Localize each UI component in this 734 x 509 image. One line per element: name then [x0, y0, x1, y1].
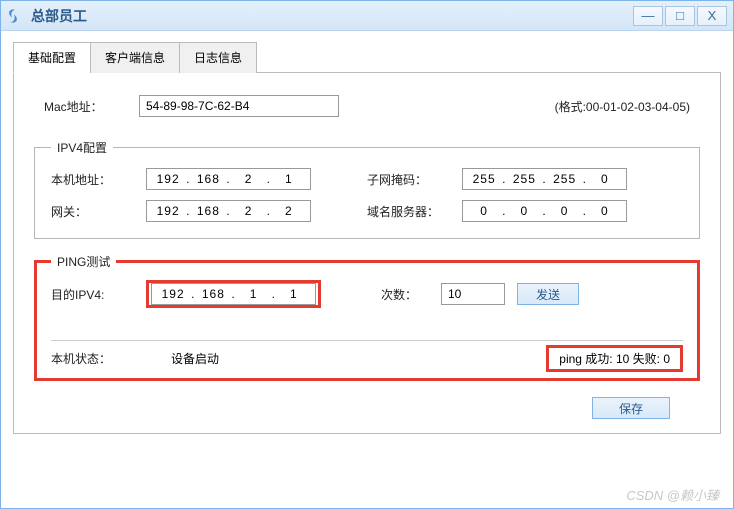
tab-basic-config[interactable]: 基础配置	[13, 42, 91, 73]
app-icon	[7, 7, 25, 25]
mac-row: Mac地址： (格式:00-01-02-03-04-05)	[34, 91, 700, 127]
mac-label: Mac地址：	[44, 98, 139, 115]
ipv4-legend: IPV4配置	[51, 139, 113, 156]
close-button[interactable]: X	[697, 6, 727, 26]
ipv4-fieldset: IPV4配置 本机地址： 192.168.2.1 子网掩码： 255.255.2…	[34, 139, 700, 239]
ping-target-label: 目的IPV4:	[51, 286, 146, 303]
watermark: CSDN @赖小臻	[626, 485, 719, 504]
subnet-mask-input[interactable]: 255.255.255.0	[462, 168, 627, 190]
ping-count-label: 次数：	[381, 286, 441, 303]
tab-log-info[interactable]: 日志信息	[179, 42, 257, 73]
ping-result-text: ping 成功: 10 失败: 0	[559, 352, 670, 366]
content-area: 基础配置 客户端信息 日志信息 Mac地址： (格式:00-01-02-03-0…	[1, 31, 733, 444]
local-address-label: 本机地址：	[51, 171, 146, 188]
ping-target-highlight: 192.168.1.1	[146, 280, 321, 308]
mac-format-hint: (格式:00-01-02-03-04-05)	[555, 98, 690, 115]
mac-input[interactable]	[139, 95, 339, 117]
local-address-input[interactable]: 192.168.2.1	[146, 168, 311, 190]
tab-client-info[interactable]: 客户端信息	[90, 42, 180, 73]
tabs: 基础配置 客户端信息 日志信息	[13, 41, 721, 73]
save-button[interactable]: 保存	[592, 397, 670, 419]
minimize-button[interactable]: —	[633, 6, 663, 26]
device-status-label: 本机状态：	[51, 350, 171, 367]
ping-result-highlight: ping 成功: 10 失败: 0	[546, 345, 683, 372]
dns-label: 域名服务器：	[367, 203, 462, 220]
window-buttons: — □ X	[633, 6, 727, 26]
gateway-input[interactable]: 192.168.2.2	[146, 200, 311, 222]
tab-panel: Mac地址： (格式:00-01-02-03-04-05) IPV4配置 本机地…	[13, 73, 721, 434]
status-row: 本机状态： 设备启动 ping 成功: 10 失败: 0	[51, 340, 683, 376]
app-window: 总部员工 — □ X 基础配置 客户端信息 日志信息 Mac地址： (格式:00…	[0, 0, 734, 509]
maximize-button[interactable]: □	[665, 6, 695, 26]
titlebar: 总部员工 — □ X	[1, 1, 733, 31]
subnet-mask-label: 子网掩码：	[367, 171, 462, 188]
device-status-value: 设备启动	[171, 350, 546, 367]
send-button[interactable]: 发送	[517, 283, 579, 305]
ping-target-input[interactable]: 192.168.1.1	[151, 283, 316, 305]
window-title: 总部员工	[31, 6, 633, 26]
ping-test-fieldset: PING测试 目的IPV4: 192.168.1.1 次数： 发送 本机状态： …	[34, 253, 700, 381]
ping-count-input[interactable]	[441, 283, 505, 305]
gateway-label: 网关：	[51, 203, 146, 220]
dns-input[interactable]: 0.0.0.0	[462, 200, 627, 222]
ping-legend: PING测试	[51, 253, 116, 270]
save-bar: 保存	[34, 389, 700, 419]
